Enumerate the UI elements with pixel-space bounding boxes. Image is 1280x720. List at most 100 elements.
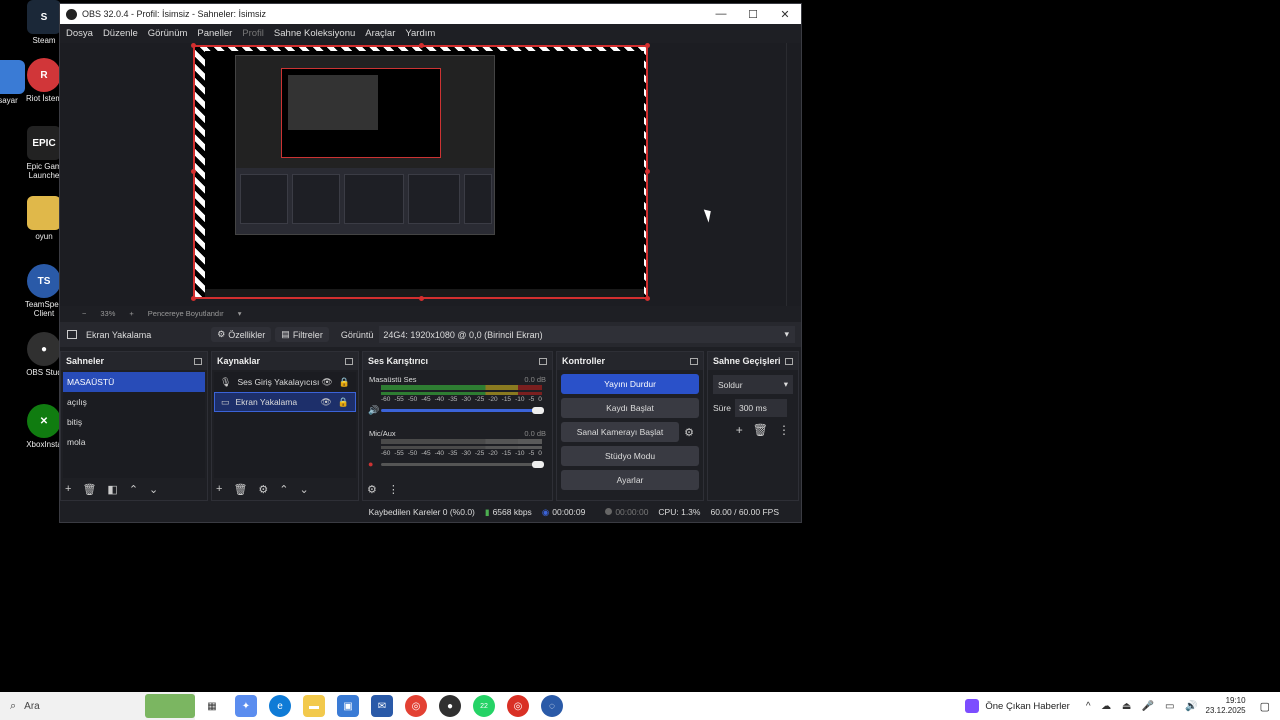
zoom-in-button[interactable]: +: [129, 309, 133, 318]
resize-handle[interactable]: [645, 43, 650, 48]
speaker-icon[interactable]: 🔊: [368, 405, 379, 416]
maximize-button[interactable]: ☐: [737, 8, 769, 21]
fit-to-window-button[interactable]: Pencereye Boyutlandır: [148, 309, 224, 318]
taskbar-search[interactable]: ⌕ Ara: [0, 692, 195, 720]
whatsapp-icon[interactable]: 22: [473, 695, 495, 717]
scene-item[interactable]: açılış: [63, 392, 205, 412]
notification-icon[interactable]: ▢: [1260, 700, 1270, 713]
menu-file[interactable]: Dosya: [66, 28, 93, 39]
lock-icon[interactable]: 🔒: [338, 397, 349, 408]
chevron-up-icon[interactable]: ^: [1086, 701, 1091, 712]
scene-item[interactable]: bitiş: [63, 412, 205, 432]
volume-slider[interactable]: [381, 407, 544, 414]
file-explorer-icon[interactable]: ▬: [303, 695, 325, 717]
network-icon[interactable]: ▭: [1165, 701, 1174, 712]
more-icon[interactable]: ⋮: [778, 423, 790, 437]
display-value: 24G4: 1920x1080 @ 0,0 (Birincil Ekran): [383, 329, 543, 340]
duration-input[interactable]: 300 ms: [734, 399, 787, 417]
chrome-icon[interactable]: ◎: [405, 695, 427, 717]
undock-icon[interactable]: [690, 357, 698, 365]
source-item[interactable]: ▭ Ekran Yakalama 👁 🔒: [214, 392, 356, 412]
menu-tools[interactable]: Araçlar: [365, 28, 395, 39]
window-titlebar[interactable]: OBS 32.0.4 - Profil: İsimsiz - Sahneler:…: [60, 4, 801, 24]
scene-item[interactable]: mola: [63, 432, 205, 452]
move-up-icon[interactable]: ⌃: [129, 483, 138, 496]
mic-icon[interactable]: 🎤: [1142, 701, 1154, 712]
resize-handle[interactable]: [645, 296, 650, 301]
add-icon[interactable]: +: [736, 423, 743, 437]
slider-knob[interactable]: [532, 461, 544, 468]
zoom-out-button[interactable]: −: [82, 309, 86, 318]
trash-icon[interactable]: 🗑: [82, 483, 96, 496]
slider-knob[interactable]: [532, 407, 544, 414]
preview-scrollbar[interactable]: [786, 43, 787, 306]
docks: Sahneler MASAÜSTÜ açılış bitiş mola + 🗑 …: [60, 351, 801, 501]
preview-area[interactable]: [60, 43, 801, 306]
resize-handle[interactable]: [645, 169, 650, 174]
gear-icon[interactable]: ⚙: [258, 483, 268, 496]
menu-profile[interactable]: Profil: [242, 28, 264, 39]
minimize-button[interactable]: —: [705, 8, 737, 20]
edge-icon[interactable]: e: [269, 695, 291, 717]
trash-icon[interactable]: 🗑: [233, 483, 247, 496]
close-button[interactable]: ✕: [769, 8, 801, 21]
lock-icon[interactable]: 🔒: [339, 377, 350, 388]
source-item[interactable]: 🎙 Ses Giriş Yakalayıcısı 👁 🔒: [214, 372, 356, 392]
onedrive-icon[interactable]: ☁: [1101, 701, 1111, 712]
news-widget[interactable]: Öne Çıkan Haberler: [965, 699, 1070, 713]
menu-docks[interactable]: Paneller: [197, 28, 232, 39]
volume-slider[interactable]: [381, 461, 544, 468]
stop-stream-button[interactable]: Yayını Durdur: [561, 374, 699, 394]
record-icon: [595, 507, 615, 517]
add-icon[interactable]: +: [65, 483, 71, 495]
advanced-audio-icon[interactable]: ⚙: [367, 483, 377, 496]
start-virtual-camera-button[interactable]: Sanal Kamerayı Başlat: [561, 422, 679, 442]
more-icon[interactable]: ⋮: [388, 483, 399, 496]
move-down-icon[interactable]: ⌄: [149, 483, 158, 496]
undock-icon[interactable]: [785, 357, 793, 365]
add-icon[interactable]: +: [216, 483, 222, 495]
copilot-icon[interactable]: ✦: [235, 695, 257, 717]
menu-scene-collection[interactable]: Sahne Koleksiyonu: [274, 28, 355, 39]
muted-speaker-icon[interactable]: ●: [368, 459, 373, 469]
scene-item[interactable]: MASAÜSTÜ: [63, 372, 205, 392]
settings-button[interactable]: Ayarlar: [561, 470, 699, 490]
start-record-button[interactable]: Kaydı Başlat: [561, 398, 699, 418]
eye-icon[interactable]: 👁: [320, 397, 331, 408]
transitions-dock-header: Sahne Geçişleri: [708, 352, 798, 370]
studio-mode-button[interactable]: Stüdyo Modu: [561, 446, 699, 466]
clock[interactable]: 19:10 23.12.2025: [1206, 696, 1246, 716]
eye-icon[interactable]: 👁: [321, 377, 332, 388]
volume-icon[interactable]: 🔊: [1185, 701, 1197, 712]
menu-view[interactable]: Görünüm: [148, 28, 188, 39]
resize-handle[interactable]: [191, 296, 196, 301]
undock-icon[interactable]: [194, 357, 202, 365]
properties-button[interactable]: ⚙ Özellikler: [211, 327, 272, 342]
obs-icon[interactable]: ●: [439, 695, 461, 717]
teamspeak-icon[interactable]: ◌: [541, 695, 563, 717]
display-select[interactable]: 24G4: 1920x1080 @ 0,0 (Birincil Ekran) ▾: [379, 326, 795, 343]
filter-icon[interactable]: ◧: [107, 483, 117, 496]
task-view-icon[interactable]: ▦: [201, 695, 223, 717]
resize-handle[interactable]: [419, 296, 424, 301]
zoom-dropdown-icon[interactable]: ▾: [238, 309, 242, 318]
menu-edit[interactable]: Düzenle: [103, 28, 138, 39]
store-icon[interactable]: ▣: [337, 695, 359, 717]
menu-help[interactable]: Yardım: [405, 28, 435, 39]
usb-icon[interactable]: ⏏: [1122, 701, 1131, 712]
resize-handle[interactable]: [191, 169, 196, 174]
undock-icon[interactable]: [539, 357, 547, 365]
resize-handle[interactable]: [191, 43, 196, 48]
move-up-icon[interactable]: ⌃: [279, 483, 288, 496]
filters-button[interactable]: ▤ Filtreler: [275, 327, 329, 342]
resize-handle[interactable]: [419, 43, 424, 48]
mail-icon[interactable]: ✉: [371, 695, 393, 717]
mic-icon: 🎙: [220, 376, 232, 387]
preview-canvas[interactable]: [191, 43, 715, 301]
move-down-icon[interactable]: ⌄: [300, 483, 309, 496]
gear-icon[interactable]: ⚙: [679, 426, 699, 439]
chrome-profile-icon[interactable]: ◎: [507, 695, 529, 717]
trash-icon[interactable]: 🗑: [753, 423, 768, 437]
transition-select[interactable]: Soldur ▾: [713, 375, 793, 394]
undock-icon[interactable]: [345, 357, 353, 365]
